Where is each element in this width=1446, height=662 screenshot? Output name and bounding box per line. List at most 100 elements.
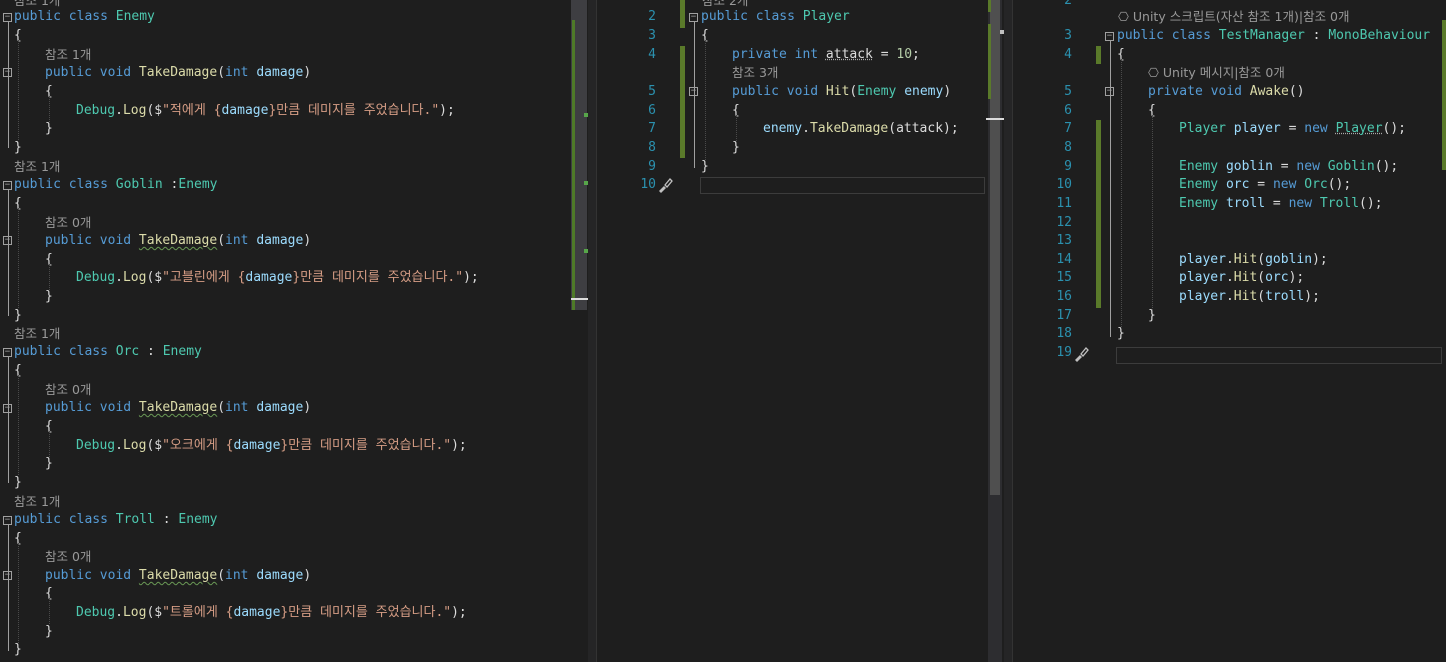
indent-guide (18, 375, 19, 475)
indent-guide (1121, 59, 1122, 329)
line-number: 9 (648, 159, 656, 174)
line-number: 2 (648, 9, 656, 24)
line-number: 4 (1064, 47, 1072, 62)
pane-divider (1012, 0, 1034, 662)
indent-guide (18, 543, 19, 643)
change-marker (1096, 46, 1101, 64)
scope-line (694, 22, 695, 168)
scope-line (8, 357, 9, 483)
scope-line (8, 190, 9, 316)
class-declaration-troll: public class Troll : Enemy (14, 512, 218, 527)
indent-guide (49, 264, 50, 290)
line-number: 9 (1064, 159, 1072, 174)
brace: } (14, 308, 22, 323)
method-declaration: public void TakeDamage(int damage) (45, 400, 312, 415)
line-number: 17 (1056, 308, 1072, 323)
current-line-highlight (700, 177, 985, 194)
unity-reference-lens[interactable]: ⎔ Unity 스크립트(자산 참조 1개)|참조 0개 (1118, 8, 1350, 27)
indent-guide (18, 208, 19, 308)
change-marker (988, 0, 991, 12)
right-editor-pane[interactable]: 2 ⎔ Unity 스크립트(자산 참조 1개)|참조 0개 3 4 5 6 7… (1034, 0, 1446, 662)
unity-reference-lens[interactable]: ⎔ Unity 메시지|참조 0개 (1148, 64, 1285, 83)
class-declaration-enemy: public class Enemy (14, 9, 155, 24)
collapse-icon[interactable]: − (3, 516, 12, 525)
line-number: 8 (1064, 140, 1072, 155)
brace: } (45, 121, 53, 136)
collapse-icon[interactable]: − (689, 13, 698, 22)
reference-count[interactable]: 참조 0개 (45, 381, 91, 400)
pane-divider (596, 0, 618, 662)
line-number: 5 (1064, 84, 1072, 99)
brace: } (14, 642, 22, 657)
line-number: 11 (1056, 196, 1072, 211)
quick-actions-brush-icon[interactable] (1072, 346, 1090, 362)
quick-actions-brush-icon[interactable] (656, 177, 674, 193)
method-declaration: public void TakeDamage(int damage) (45, 233, 312, 248)
class-declaration-orc: public class Orc : Enemy (14, 344, 202, 359)
brace: } (14, 475, 22, 490)
line-number: 15 (1056, 270, 1072, 285)
variable-declaration: Enemy troll = new Troll(); (1179, 196, 1383, 211)
line-number: 2 (1064, 0, 1072, 8)
line-number: 18 (1056, 326, 1072, 341)
reference-count[interactable]: 참조 1개 (14, 325, 60, 344)
indent-guide (18, 40, 19, 140)
brace: } (45, 456, 53, 471)
debug-log-call: Debug.Log($"적에게 {damage}만큼 데미지를 주었습니다.")… (76, 103, 455, 118)
left-editor-pane[interactable]: 참조 1개 − public class Enemy { 참조 1개 − pub… (0, 0, 570, 662)
change-marker (680, 46, 685, 158)
line-number: 6 (648, 103, 656, 118)
method-call: enemy.TakeDamage(attack); (763, 121, 959, 136)
change-marker (572, 20, 575, 310)
method-call: player.Hit(goblin); (1179, 252, 1328, 267)
unity-icon: ⎔ (1148, 65, 1163, 80)
scroll-position-marker (986, 118, 1006, 120)
class-declaration-goblin: public class Goblin :Enemy (14, 177, 218, 192)
collapse-icon[interactable]: − (3, 181, 12, 190)
indent-guide (49, 96, 50, 122)
line-number: 10 (640, 177, 656, 192)
variable-declaration: Enemy goblin = new Goblin(); (1179, 159, 1399, 174)
scroll-thumb[interactable] (990, 0, 1000, 495)
line-number: 12 (1056, 215, 1072, 230)
current-line-highlight (1116, 347, 1442, 364)
class-declaration-player: public class Player (701, 9, 850, 24)
method-declaration: private void Awake() (1148, 84, 1305, 99)
class-declaration-testmanager: public class TestManager : MonoBehaviour (1117, 28, 1431, 43)
indent-guide (736, 115, 737, 141)
reference-count[interactable]: 참조 0개 (45, 548, 91, 567)
line-number: 16 (1056, 289, 1072, 304)
line-number: 10 (1056, 177, 1072, 192)
line-number: 4 (648, 47, 656, 62)
debug-log-call: Debug.Log($"고블린에게 {damage}만큼 데미지를 주었습니다.… (76, 270, 479, 285)
debug-log-call: Debug.Log($"트롤에게 {damage}만큼 데미지를 주었습니다."… (76, 605, 467, 620)
method-declaration: public void TakeDamage(int damage) (45, 65, 312, 80)
reference-count[interactable]: 참조 1개 (14, 493, 60, 512)
indent-guide (49, 431, 50, 457)
reference-count[interactable]: 참조 0개 (45, 214, 91, 233)
method-call: player.Hit(orc); (1179, 270, 1305, 285)
line-number: 5 (648, 84, 656, 99)
method-call: player.Hit(troll); (1179, 289, 1320, 304)
line-number: 3 (1064, 28, 1072, 43)
collapse-icon[interactable]: − (1105, 32, 1114, 41)
change-marker (1096, 120, 1101, 308)
brace: } (701, 159, 709, 174)
change-marker (680, 0, 685, 28)
unity-icon: ⎔ (1118, 9, 1133, 24)
line-number: 3 (648, 28, 656, 43)
brace: } (732, 140, 740, 155)
brace: } (45, 289, 53, 304)
brace: } (14, 140, 22, 155)
collapse-icon[interactable]: − (3, 348, 12, 357)
scope-line (8, 525, 9, 651)
reference-count[interactable]: 참조 1개 (14, 158, 60, 177)
middle-editor-pane[interactable]: 참조 2개 2 3 4 5 6 7 8 9 10 − public class … (618, 0, 988, 662)
scroll-position-marker (571, 298, 589, 300)
brace: } (45, 624, 53, 639)
line-number: 7 (1064, 121, 1072, 136)
reference-count[interactable]: 참조 1개 (45, 46, 91, 65)
indent-guide (705, 40, 706, 160)
reference-count[interactable]: 참조 3개 (732, 64, 778, 83)
collapse-icon[interactable]: − (3, 13, 12, 22)
